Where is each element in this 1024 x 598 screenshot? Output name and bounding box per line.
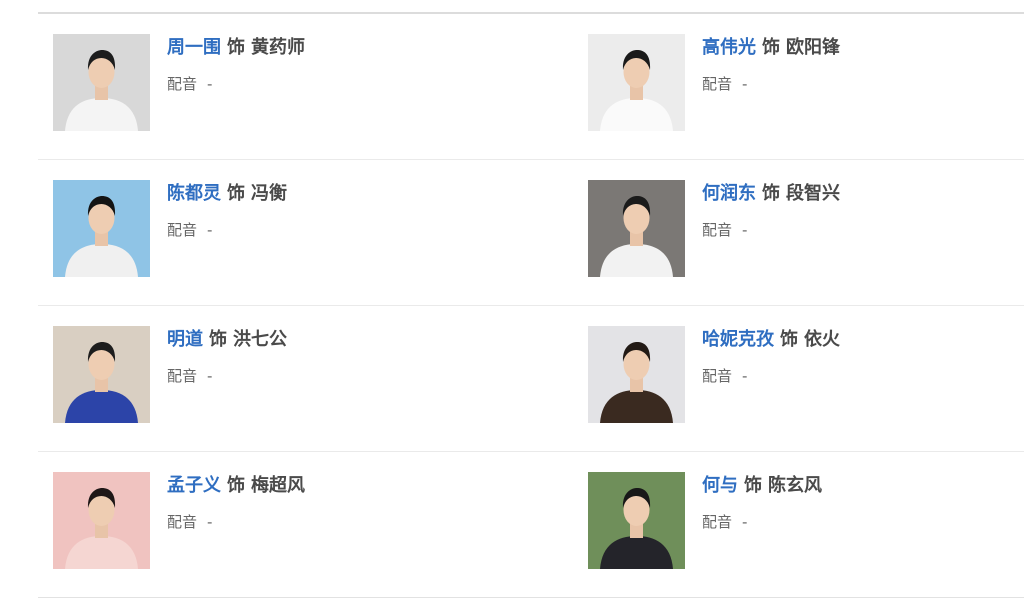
voice-line: 配音 - bbox=[167, 366, 212, 386]
plays-label: 饰 bbox=[780, 329, 798, 350]
cast-item: 高伟光饰欧阳锋 配音 - bbox=[588, 34, 1008, 134]
cast-item: 明道饰洪七公 配音 - bbox=[53, 326, 473, 426]
voice-line: 配音 - bbox=[167, 220, 212, 240]
voice-value: - bbox=[207, 513, 213, 531]
cast-row: 孟子义饰梅超风 配音 - 何与饰陈玄风 配音 - bbox=[38, 452, 1024, 598]
voice-value: - bbox=[742, 513, 748, 531]
voice-value: - bbox=[742, 367, 748, 385]
role-name: 依火 bbox=[804, 329, 840, 350]
role-name: 段智兴 bbox=[786, 183, 840, 204]
cast-item: 陈都灵饰冯衡 配音 - bbox=[53, 180, 473, 280]
cast-name-line: 孟子义饰梅超风 bbox=[167, 474, 305, 498]
voice-label: 配音 bbox=[702, 367, 733, 385]
portrait-image bbox=[53, 34, 150, 131]
cast-name-line: 高伟光饰欧阳锋 bbox=[702, 36, 840, 60]
plays-label: 饰 bbox=[209, 329, 227, 350]
voice-label: 配音 bbox=[702, 513, 733, 531]
cast-item: 哈妮克孜饰依火 配音 - bbox=[588, 326, 1008, 426]
role-name: 欧阳锋 bbox=[786, 37, 840, 58]
voice-line: 配音 - bbox=[702, 512, 747, 532]
voice-line: 配音 - bbox=[702, 366, 747, 386]
portrait-image bbox=[53, 326, 150, 423]
voice-label: 配音 bbox=[702, 75, 733, 93]
actor-name-link[interactable]: 明道 bbox=[167, 329, 203, 350]
role-name: 梅超风 bbox=[251, 475, 305, 496]
role-name: 冯衡 bbox=[251, 183, 287, 204]
voice-label: 配音 bbox=[167, 513, 198, 531]
voice-value: - bbox=[207, 221, 213, 239]
actor-photo[interactable] bbox=[53, 472, 150, 569]
portrait-image bbox=[53, 180, 150, 277]
portrait-image bbox=[588, 326, 685, 423]
cast-item: 何与饰陈玄风 配音 - bbox=[588, 472, 1008, 572]
actor-name-link[interactable]: 何与 bbox=[702, 475, 738, 496]
voice-line: 配音 - bbox=[167, 512, 212, 532]
voice-line: 配音 - bbox=[702, 74, 747, 94]
voice-label: 配音 bbox=[167, 367, 198, 385]
actor-photo[interactable] bbox=[53, 180, 150, 277]
role-name: 黄药师 bbox=[251, 37, 305, 58]
portrait-image bbox=[588, 34, 685, 131]
portrait-image bbox=[588, 180, 685, 277]
actor-photo[interactable] bbox=[588, 180, 685, 277]
cast-name-line: 何润东饰段智兴 bbox=[702, 182, 840, 206]
voice-label: 配音 bbox=[167, 221, 198, 239]
cast-name-line: 哈妮克孜饰依火 bbox=[702, 328, 840, 352]
voice-value: - bbox=[742, 221, 748, 239]
actor-photo[interactable] bbox=[588, 472, 685, 569]
plays-label: 饰 bbox=[762, 37, 780, 58]
portrait-image bbox=[53, 472, 150, 569]
cast-name-line: 陈都灵饰冯衡 bbox=[167, 182, 287, 206]
cast-page: 周一围饰黄药师 配音 - 高伟光饰欧阳锋 配音 - 陈都灵 饰 冯衡 配音 - … bbox=[0, 0, 1024, 598]
actor-name-link[interactable]: 高伟光 bbox=[702, 37, 756, 58]
plays-label: 饰 bbox=[227, 37, 245, 58]
plays-label: 饰 bbox=[227, 183, 245, 204]
cast-name-line: 明道饰洪七公 bbox=[167, 328, 287, 352]
actor-photo[interactable] bbox=[588, 34, 685, 131]
cast-row: 周一围饰黄药师 配音 - 高伟光饰欧阳锋 配音 - bbox=[38, 14, 1024, 160]
actor-name-link[interactable]: 何润东 bbox=[702, 183, 756, 204]
voice-label: 配音 bbox=[167, 75, 198, 93]
actor-name-link[interactable]: 孟子义 bbox=[167, 475, 221, 496]
cast-name-line: 周一围饰黄药师 bbox=[167, 36, 305, 60]
actor-photo[interactable] bbox=[53, 326, 150, 423]
cast-row: 明道饰洪七公 配音 - 哈妮克孜饰依火 配音 - bbox=[38, 306, 1024, 452]
plays-label: 饰 bbox=[227, 475, 245, 496]
actor-name-link[interactable]: 陈都灵 bbox=[167, 183, 221, 204]
cast-row: 陈都灵饰冯衡 配音 - 何润东饰段智兴 配音 - bbox=[38, 160, 1024, 306]
cast-item: 孟子义饰梅超风 配音 - bbox=[53, 472, 473, 572]
cast-name-line: 何与饰陈玄风 bbox=[702, 474, 822, 498]
voice-label: 配音 bbox=[702, 221, 733, 239]
role-name: 洪七公 bbox=[233, 329, 287, 350]
plays-label: 饰 bbox=[762, 183, 780, 204]
voice-value: - bbox=[207, 367, 213, 385]
actor-name-link[interactable]: 哈妮克孜 bbox=[702, 329, 774, 350]
actor-name-link[interactable]: 周一围 bbox=[167, 37, 221, 58]
role-name: 陈玄风 bbox=[768, 475, 822, 496]
voice-value: - bbox=[207, 75, 213, 93]
voice-line: 配音 - bbox=[702, 220, 747, 240]
plays-label: 饰 bbox=[744, 475, 762, 496]
voice-line: 配音 - bbox=[167, 74, 212, 94]
cast-list: 周一围饰黄药师 配音 - 高伟光饰欧阳锋 配音 - 陈都灵 饰 冯衡 配音 - … bbox=[0, 14, 1024, 598]
portrait-image bbox=[588, 472, 685, 569]
cast-item: 何润东饰段智兴 配音 - bbox=[588, 180, 1008, 280]
actor-photo[interactable] bbox=[53, 34, 150, 131]
cast-item: 周一围饰黄药师 配音 - bbox=[53, 34, 473, 134]
actor-photo[interactable] bbox=[588, 326, 685, 423]
voice-value: - bbox=[742, 75, 748, 93]
